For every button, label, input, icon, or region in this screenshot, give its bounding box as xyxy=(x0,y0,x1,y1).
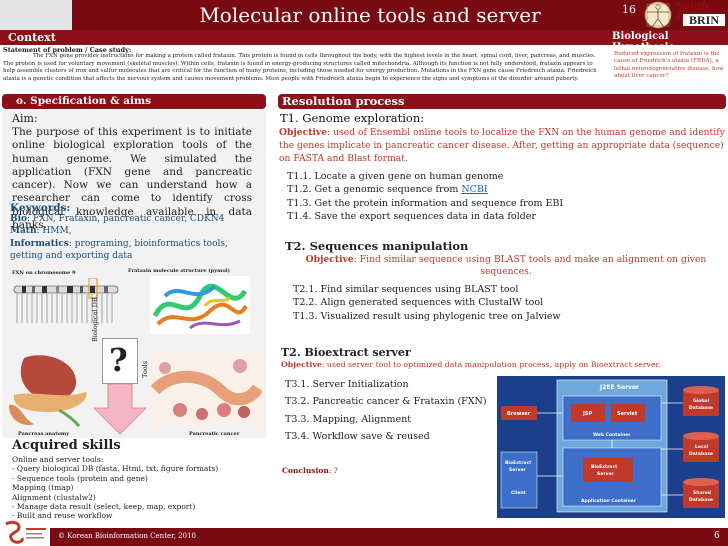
t2-objective: Objective: Find similar sequence using B… xyxy=(289,254,723,279)
brin-logo-main: BRIN xyxy=(682,13,726,27)
keyword-bio-key: Bio xyxy=(10,214,28,224)
vitruvian-man-icon xyxy=(644,1,672,29)
list-item: T1.3. Visualized result using phylogenic… xyxy=(293,310,561,322)
pancreatic-cancer-image xyxy=(150,350,262,428)
acquired-skills-label: Acquired skills xyxy=(12,438,121,453)
bio-server-label-b: Server xyxy=(597,471,614,477)
t2-objective-text: : Find similar sequence using BLAST tool… xyxy=(353,254,707,278)
question-mark: ? xyxy=(109,341,128,379)
slide-number-top: 16 xyxy=(622,3,636,16)
browser-label: Browser xyxy=(507,411,531,417)
list-item: T2.2. Align generated sequences with Clu… xyxy=(293,297,544,309)
chromosome-ideogram-image xyxy=(13,278,119,323)
bioextract-steps: T3.1. Server Initialization T3.2. Pancre… xyxy=(285,376,487,446)
t2-steps: T2.1. Find similar sequences using BLAST… xyxy=(293,283,561,323)
keyword-bio: Bio: FXN, Frataxin, pancreatic cancer, C… xyxy=(10,214,224,224)
shared-db-label-a: Shared xyxy=(693,490,711,496)
t1-objective-label: Objective xyxy=(279,127,328,138)
aim-label: Aim: xyxy=(12,112,38,125)
hypothesis-label: Biological Hypothesis xyxy=(612,31,675,53)
bioextract-title: T2. Bioextract server xyxy=(281,346,411,359)
problem-body: The FXN gene provides instructions for m… xyxy=(3,53,597,82)
skills-list: Online and server tools: - Query biologi… xyxy=(12,455,262,521)
list-item: - Sequence tools (protein and gene) xyxy=(12,473,148,483)
slide-title: Molecular online tools and server xyxy=(199,3,541,27)
bioextract-server-label-a: BioExtract xyxy=(505,460,532,466)
list-item: Mapping (tmap) xyxy=(12,483,74,493)
bioextract-objective-text: : used server tool to optimized data man… xyxy=(321,360,661,369)
list-item: - Manage data result (select, keep, map,… xyxy=(12,502,196,512)
servlet-label: Servlet xyxy=(617,411,638,417)
frataxin-protein-image xyxy=(150,276,250,334)
list-item: Online and server tools: xyxy=(12,455,104,464)
list-item: T1.1. Locate a given gene on human genom… xyxy=(287,171,504,182)
j2ee-server-label: J2EE Server xyxy=(599,384,639,391)
jsp-label: JSP xyxy=(582,411,592,417)
keyword-math-value: : HMM, xyxy=(36,226,72,236)
client-label: Client xyxy=(511,490,527,496)
bioextract-objective: Objective: used server tool to optimized… xyxy=(281,360,727,369)
keywords-label: Keywords: xyxy=(10,202,71,214)
context-label: Context xyxy=(8,31,56,44)
t1-title-colon: : xyxy=(420,111,425,125)
list-item: Alignment (clustalw2) xyxy=(12,492,96,502)
arrow-down-icon xyxy=(93,384,147,434)
pancreas-anatomy-label: Pancreas anatomy xyxy=(18,431,70,437)
pancreatic-cancer-label: Pancreatic cancer xyxy=(189,431,240,437)
global-db-label-a: Global xyxy=(693,398,710,404)
list-item: - Query biological DB (fasta, Html, txt,… xyxy=(12,464,219,474)
brin-logo: South Dakota BRIN xyxy=(672,1,728,28)
list-item: T3.1. Server Initialization xyxy=(285,379,409,390)
ncbi-link[interactable]: NCBI xyxy=(461,184,487,195)
resolution-header: Resolution process xyxy=(278,94,726,109)
slide-number-bottom: 6 xyxy=(714,531,720,541)
footer-copyright: © Korean Bioinformation Center, 2010 xyxy=(58,532,196,540)
global-db-label-b: Database xyxy=(689,405,713,411)
keyword-bio-value: : FXN, Frataxin, pancreatic cancer, CDKN… xyxy=(27,214,225,224)
list-item: T3.3. Mapping, Alignment xyxy=(285,413,412,425)
hypothesis-body: Reduced expression of frataxin is the ca… xyxy=(614,51,724,80)
t2-objective-label: Objective xyxy=(305,254,354,265)
web-container-label: Web Container xyxy=(593,432,631,438)
keyword-informatics-key: Informatics xyxy=(10,239,69,249)
pancreas-anatomy-image xyxy=(8,355,87,427)
bioextract-server-label-b: Server xyxy=(509,467,526,473)
list-item: T1.3. Get the protein information and se… xyxy=(287,197,564,209)
bioextract-architecture-diagram: J2EE Server Browser JSP Servlet Web Cont… xyxy=(497,376,725,518)
local-db-label-b: Database xyxy=(689,451,713,457)
list-item: T3.2. Pancreatic cancer & Frataxin (FXN) xyxy=(285,396,487,408)
tools-label: Tools xyxy=(141,360,149,378)
t1-steps: T1.1. Locate a given gene on human genom… xyxy=(287,170,563,223)
list-item: T3.4. Workflow save & reused xyxy=(285,431,430,443)
t1-title: T1. Genome exploration: xyxy=(280,111,424,125)
conclusion-text: : ? xyxy=(328,466,338,475)
list-item: T1.4. Save the export sequences data in … xyxy=(287,210,536,222)
list-item: T2.1. Find similar sequences using BLAST… xyxy=(293,284,519,295)
bioextract-objective-label: Objective xyxy=(281,360,322,369)
local-database-icon: Local Database xyxy=(683,432,719,462)
local-db-label-a: Local xyxy=(695,444,709,450)
t1-step-2-text: T1.2. Get a genomic sequence from xyxy=(287,184,462,196)
shared-database-icon: Shared Database xyxy=(683,478,719,508)
shared-db-label-b: Database xyxy=(689,497,713,503)
t2-title: T2. Sequences manipulation xyxy=(285,239,469,253)
list-item: T1.2. Get a genomic sequence from NCBI xyxy=(287,183,563,196)
title-logo-box xyxy=(0,0,72,30)
biological-db-label: Biological DB xyxy=(91,297,99,342)
university-logo-icon xyxy=(0,520,50,546)
frataxin-structure-label: Frataxin molecule structure (pymol) xyxy=(128,268,230,274)
keyword-math-key: Math xyxy=(10,226,37,236)
bio-server-label-a: BioExtract xyxy=(591,464,618,470)
t1-objective-text: : used of Ensembl online tools to locali… xyxy=(279,127,725,164)
t1-title-text: T1. Genome exploration xyxy=(280,111,421,125)
app-container-label: Application Container xyxy=(581,498,637,504)
conclusion-label: Conclusion xyxy=(282,466,329,475)
global-database-icon: Global Database xyxy=(683,386,719,416)
spec-header: o. Specification & aims xyxy=(2,94,266,109)
keyword-informatics: Informatics: programing, bioinformatics … xyxy=(10,238,260,262)
t1-objective: Objective: used of Ensembl online tools … xyxy=(279,126,725,165)
conclusion: Conclusion: ? xyxy=(282,466,338,475)
keyword-math: Math: HMM, xyxy=(10,226,72,236)
fxn-chromosome-label: FXN on chromosome 9 xyxy=(12,270,76,276)
